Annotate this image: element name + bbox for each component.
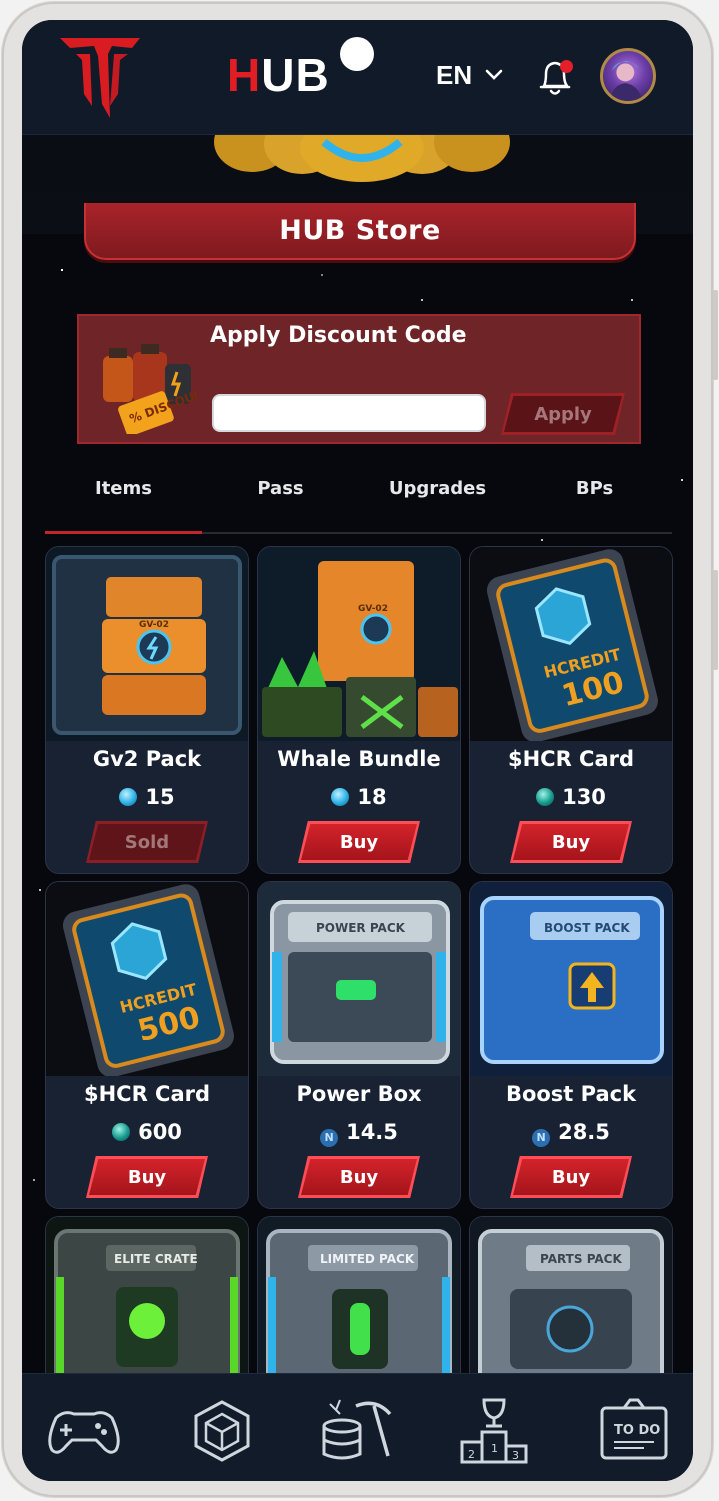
hcredit-100-card-image: HCREDIT 100 (470, 547, 672, 741)
product-name: Whale Bundle (277, 747, 441, 771)
gem-icon (331, 788, 350, 806)
n-coin-icon: N (532, 1129, 551, 1147)
tab-upgrades[interactable]: Upgrades (359, 478, 516, 499)
sold-button[interactable]: Sold (89, 824, 205, 860)
product-card[interactable]: BOOST PACK Boost Pack N 28.5 Buy (469, 881, 673, 1209)
gamepad-icon[interactable] (44, 1396, 124, 1466)
svg-text:GV-02: GV-02 (139, 620, 169, 630)
app-screen: HUB EN HUB Store % DISCOUNT Apply Discou… (22, 20, 693, 1481)
hcr-coin-icon (536, 788, 555, 806)
gv2-pack-image: GV-02 (46, 547, 248, 741)
side-button (713, 570, 718, 670)
buy-button[interactable]: Buy (301, 824, 417, 860)
buy-button[interactable]: Buy (513, 824, 629, 860)
bell-icon[interactable] (532, 54, 578, 100)
discount-bottles-image: % DISCOUNT (103, 344, 197, 434)
buy-button[interactable]: Buy (301, 1159, 417, 1195)
game-logo-icon[interactable] (58, 34, 142, 120)
tab-bps[interactable]: BPs (516, 478, 673, 499)
store-title-banner: HUB Store (84, 203, 636, 260)
product-name: Power Box (296, 1082, 422, 1106)
svg-text:BOOST PACK: BOOST PACK (544, 921, 630, 935)
product-price: 600 (46, 1120, 248, 1144)
product-name: $HCR Card (83, 1082, 211, 1106)
language-selector[interactable]: EN (436, 60, 472, 91)
hub-title: HUB (227, 49, 330, 101)
svg-text:1: 1 (491, 1442, 498, 1455)
cube-icon[interactable] (182, 1396, 262, 1466)
svg-text:GV-02: GV-02 (358, 604, 388, 614)
buy-button[interactable]: Buy (89, 1159, 205, 1195)
n-coin-icon: N (320, 1129, 339, 1147)
apply-button[interactable]: Apply (504, 396, 622, 432)
product-card[interactable]: HCREDIT 100 $HCR Card 130 Buy (469, 546, 673, 874)
boost-pack-image: BOOST PACK (470, 882, 672, 1076)
product-card[interactable]: HCREDIT 500 $HCR Card 600 Buy (45, 881, 249, 1209)
store-tabs: Items Pass Upgrades BPs (45, 460, 672, 534)
gem-icon (119, 788, 138, 806)
buy-button[interactable]: Buy (513, 1159, 629, 1195)
product-price: N 28.5 (470, 1120, 672, 1147)
todo-board-icon[interactable]: TO DO (594, 1396, 674, 1466)
product-name: $HCR Card (507, 747, 635, 771)
product-price: 15 (46, 785, 248, 809)
product-price: N 14.5 (258, 1120, 460, 1147)
svg-text:2: 2 (468, 1448, 475, 1461)
tab-items[interactable]: Items (45, 478, 202, 499)
active-tab-indicator (45, 531, 202, 534)
discount-panel: % DISCOUNT Apply Discount Code Apply (77, 314, 641, 444)
whale-bundle-image: GV-02 (258, 547, 460, 741)
product-card[interactable]: POWER PACK Power Box N 14.5 Buy (257, 881, 461, 1209)
product-card[interactable]: GV-02 Whale Bundle 18 Buy (257, 546, 461, 874)
svg-text:PARTS PACK: PARTS PACK (540, 1252, 622, 1266)
side-button (713, 290, 718, 380)
avatar[interactable] (600, 48, 656, 104)
touch-cursor-indicator (340, 37, 374, 71)
discount-code-input[interactable] (212, 394, 486, 432)
product-price: 18 (258, 785, 460, 809)
power-box-image: POWER PACK (258, 882, 460, 1076)
chevron-down-icon[interactable] (484, 68, 504, 82)
coin-stack-image (214, 134, 510, 182)
product-name: Gv2 Pack (92, 747, 202, 771)
svg-text:3: 3 (512, 1449, 519, 1462)
hcr-coin-icon (112, 1123, 131, 1141)
bottom-navigation: 1 2 3 TO DO (22, 1373, 693, 1481)
svg-text:TO DO: TO DO (614, 1423, 660, 1438)
svg-text:ELITE CRATE: ELITE CRATE (114, 1252, 198, 1266)
podium-icon[interactable]: 1 2 3 (454, 1396, 534, 1466)
top-header: HUB EN (22, 20, 693, 135)
product-card[interactable]: GV-02 Gv2 Pack 15 Sold (45, 546, 249, 874)
discount-title: Apply Discount Code (210, 323, 467, 348)
product-name: Boost Pack (505, 1082, 637, 1106)
tab-pass[interactable]: Pass (202, 478, 359, 499)
svg-text:LIMITED PACK: LIMITED PACK (320, 1252, 415, 1266)
mining-icon[interactable] (316, 1396, 396, 1466)
notification-badge (560, 60, 573, 73)
hcredit-500-card-image: HCREDIT 500 (46, 882, 248, 1076)
svg-text:POWER PACK: POWER PACK (316, 921, 406, 935)
product-price: 130 (470, 785, 672, 809)
